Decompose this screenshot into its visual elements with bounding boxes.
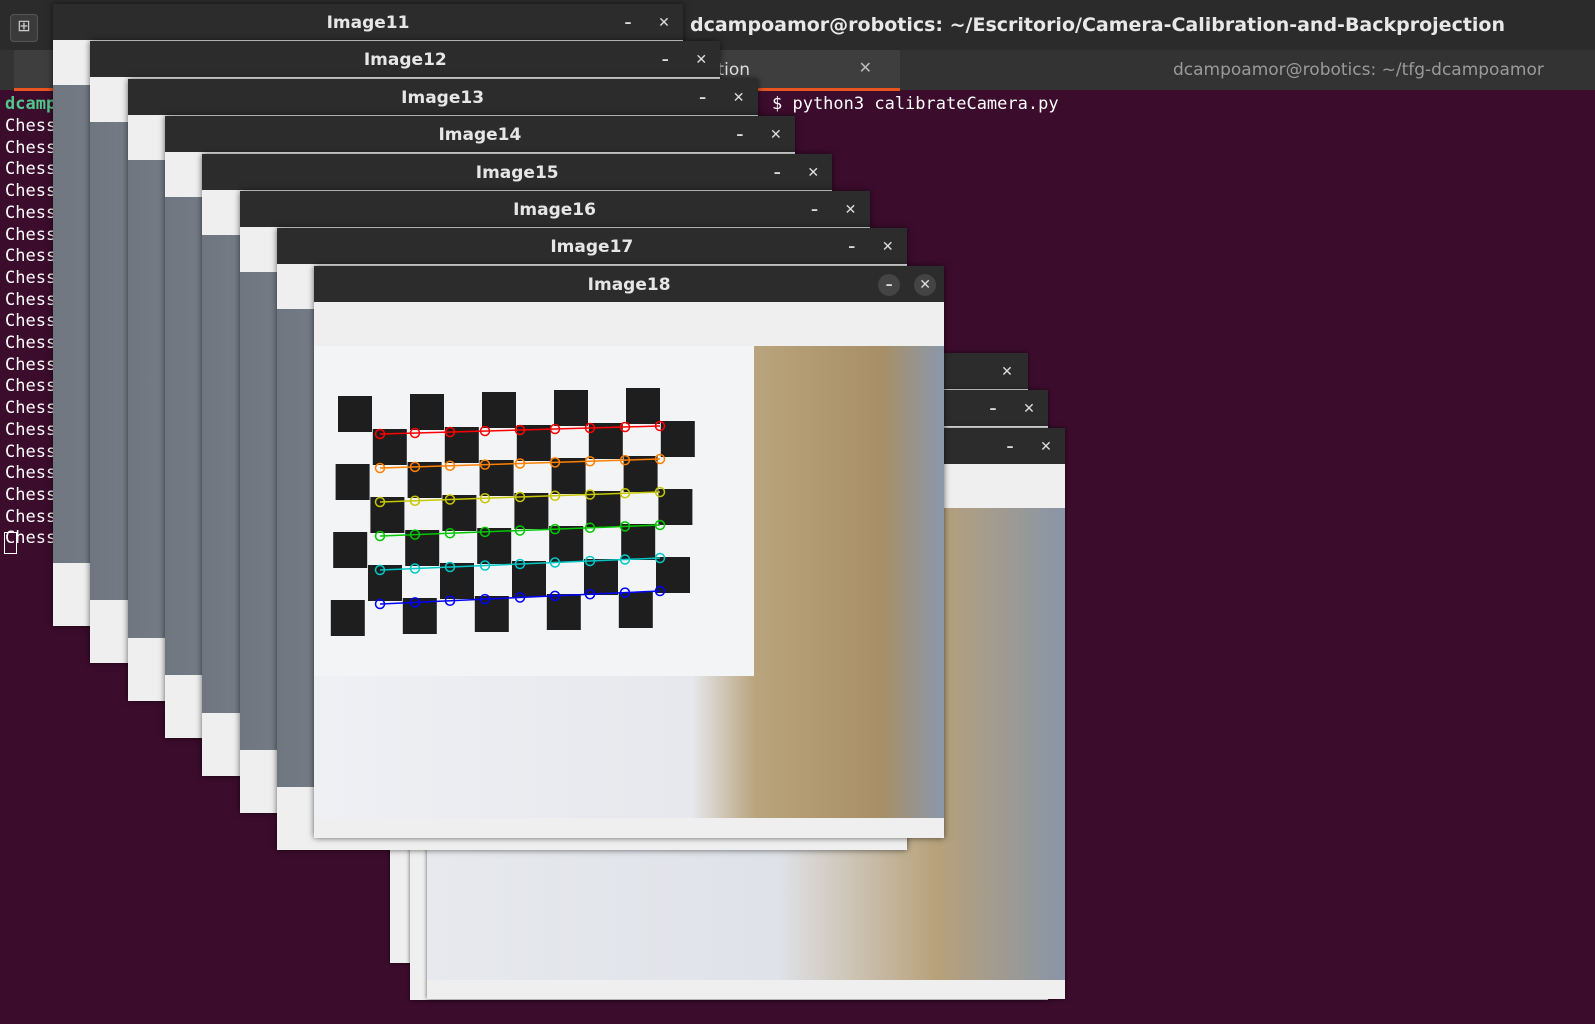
terminal-title: dcampoamor@robotics: ~/Escritorio/Camera… bbox=[690, 14, 1506, 36]
output-line: Chess bbox=[5, 137, 57, 158]
close-icon[interactable]: ✕ bbox=[765, 124, 787, 146]
prompt-text: dcamp bbox=[5, 94, 57, 114]
minimize-icon[interactable]: – bbox=[692, 87, 714, 109]
output-line: Chess bbox=[5, 441, 57, 462]
window-title: Image13 bbox=[401, 87, 485, 108]
calibration-image bbox=[314, 345, 945, 818]
window-title: Image16 bbox=[513, 200, 596, 220]
close-icon[interactable]: ✕ bbox=[1018, 398, 1040, 420]
output-line: Chess bbox=[5, 506, 57, 527]
window-titlebar[interactable]: Image12– ✕ bbox=[90, 41, 721, 78]
command-text: $ python3 calibrateCamera.py bbox=[772, 94, 1059, 114]
window-title: Image12 bbox=[363, 50, 447, 71]
output-line: Chess bbox=[5, 246, 57, 267]
close-icon[interactable]: ✕ bbox=[859, 58, 872, 78]
close-icon[interactable]: ✕ bbox=[802, 162, 824, 184]
minimize-icon[interactable]: – bbox=[617, 12, 639, 34]
close-icon[interactable]: ✕ bbox=[914, 273, 937, 296]
minimize-icon[interactable]: – bbox=[804, 199, 826, 221]
close-icon[interactable]: ✕ bbox=[996, 361, 1018, 383]
window-titlebar[interactable]: Image16 – ✕ bbox=[239, 191, 870, 227]
window-titlebar[interactable]: Image14 – ✕ bbox=[164, 116, 795, 153]
window-titlebar[interactable]: Image17– ✕ bbox=[276, 228, 907, 265]
window-title: Image14 bbox=[438, 125, 522, 146]
output-line: Chess bbox=[5, 354, 57, 375]
output-line: Chess bbox=[5, 398, 57, 419]
window-title: Image11 bbox=[326, 13, 410, 33]
image-window[interactable]: Image18 – ✕ bbox=[314, 265, 945, 838]
chessboard-overlay bbox=[314, 345, 755, 676]
output-line: Chess bbox=[5, 463, 57, 484]
output-line: Chess bbox=[5, 311, 57, 332]
new-tab-icon[interactable]: ⊞ bbox=[10, 14, 38, 42]
output-line: Chess bbox=[5, 419, 57, 440]
terminal-cursor bbox=[4, 532, 17, 554]
window-titlebar[interactable]: Image18 – ✕ bbox=[314, 265, 945, 302]
minimize-icon[interactable]: – bbox=[982, 398, 1004, 420]
window-title: Image15 bbox=[475, 162, 559, 183]
window-titlebar[interactable]: Image13 – ✕ bbox=[127, 78, 758, 115]
output-line: Chess bbox=[5, 202, 57, 223]
close-icon[interactable]: ✕ bbox=[728, 87, 750, 109]
output-line: Chess bbox=[5, 333, 57, 353]
output-line: Chess bbox=[5, 181, 57, 202]
minimize-icon[interactable]: – bbox=[878, 273, 901, 296]
output-line: Chess bbox=[5, 116, 57, 136]
window-titlebar[interactable]: Image11 – ✕ bbox=[53, 4, 683, 40]
minimize-icon[interactable]: – bbox=[729, 124, 751, 146]
close-icon[interactable]: ✕ bbox=[840, 199, 862, 221]
window-title: Image18 bbox=[587, 274, 671, 295]
output-line: Chess bbox=[5, 376, 57, 397]
output-line: Chess bbox=[5, 484, 57, 505]
output-line: Chess bbox=[5, 159, 57, 180]
output-line: Chess bbox=[5, 289, 57, 310]
output-line: Chess bbox=[5, 224, 57, 245]
minimize-icon[interactable]: – bbox=[999, 436, 1021, 458]
window-titlebar[interactable]: Image15 – ✕ bbox=[202, 153, 833, 190]
close-icon[interactable]: ✕ bbox=[653, 12, 675, 34]
minimize-icon[interactable]: – bbox=[766, 162, 788, 184]
window-title: Image17 bbox=[550, 237, 634, 258]
close-icon[interactable]: ✕ bbox=[1035, 436, 1057, 458]
output-line: Chess bbox=[5, 267, 57, 288]
tab-tfg[interactable]: dcampoamor@robotics: ~/tfg-dcampoamor bbox=[1173, 60, 1544, 80]
